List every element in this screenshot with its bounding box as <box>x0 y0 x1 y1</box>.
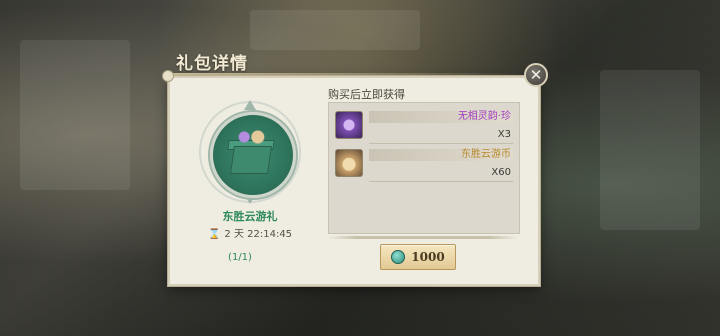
hourglass-icon: ⌛ <box>207 229 221 240</box>
close-icon: ✕ <box>529 66 543 84</box>
reward-name: 东胜云游币 <box>461 149 511 160</box>
reward-divider <box>369 143 513 144</box>
reward-item[interactable]: 东胜云游币 X60 <box>333 147 513 183</box>
price-label: 1000 <box>411 250 445 264</box>
gift-box-icon <box>230 146 272 174</box>
close-button[interactable]: ✕ <box>524 63 548 87</box>
pack-timer: ⌛ 2 天 22:14:45 <box>170 225 330 240</box>
reward-list[interactable]: 无相灵韵·珍 X3 东胜云游币 X60 <box>328 102 520 234</box>
gift-contents-icon <box>234 130 268 144</box>
reward-name-bar: 无相灵韵·珍 <box>369 111 513 123</box>
reward-name: 无相灵韵·珍 <box>457 111 511 122</box>
reward-quantity: X60 <box>491 167 511 178</box>
background-shape <box>250 10 420 50</box>
reward-scrollbar[interactable] <box>328 236 518 239</box>
pack-name: 东胜云游礼 <box>222 210 278 223</box>
background-shape <box>20 40 130 190</box>
pack-info: 东胜云游礼 ⌛ 2 天 22:14:45 (1/1) <box>170 78 330 284</box>
spirit-crystal-icon[interactable] <box>335 111 363 139</box>
reward-item[interactable]: 无相灵韵·珍 X3 <box>333 109 513 145</box>
reward-divider <box>369 181 513 182</box>
background-shape <box>600 70 700 230</box>
title-divider <box>170 73 530 75</box>
reward-name-bar: 东胜云游币 <box>369 149 513 161</box>
jade-icon <box>391 250 406 264</box>
travel-coin-icon[interactable] <box>335 149 363 177</box>
buy-button[interactable]: 1000 <box>380 244 456 270</box>
gift-pack-dialog: 东胜云游礼 ⌛ 2 天 22:14:45 (1/1) 购买后立即获得 无相灵韵·珍… <box>168 76 540 286</box>
panel-corner-ornament <box>162 70 174 82</box>
dialog-title: 礼包详情 <box>176 54 248 74</box>
purchase-limit: (1/1) <box>228 252 252 263</box>
reward-header: 购买后立即获得 <box>328 88 405 101</box>
timer-text: 2 天 22:14:45 <box>224 229 293 240</box>
reward-quantity: X3 <box>497 129 511 140</box>
